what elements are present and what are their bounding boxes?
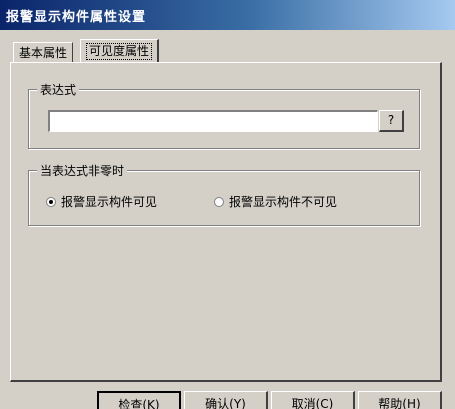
check-button[interactable]: 检查(K) [97,391,181,409]
radio-unchecked-icon[interactable] [214,196,224,207]
radio-invisible-option[interactable]: 报警显示构件不可见 [214,194,337,210]
expression-input[interactable] [48,110,378,132]
tab-visibility-properties[interactable]: 可见度属性 [80,39,160,62]
radio-invisible-label: 报警显示构件不可见 [229,195,338,209]
radio-visible-option[interactable]: 报警显示构件可见 [46,194,157,210]
tab-basic-label: 基本属性 [19,46,68,60]
ok-button[interactable]: 确认(Y) [184,391,268,409]
radio-checked-icon[interactable] [46,196,56,207]
window-title: 报警显示构件属性设置 [6,10,147,25]
property-dialog: 报警显示构件属性设置 基本属性 可见度属性 表达式 ? 当表达式非零时 报警显示… [0,0,455,409]
nonzero-group-title: 当表达式非零时 [37,162,128,179]
tab-basic-properties[interactable]: 基本属性 [13,42,74,63]
tab-visibility-label: 可见度属性 [86,43,153,60]
radio-visible-label: 报警显示构件可见 [61,195,158,209]
help-button[interactable]: 帮助(H) [358,391,442,409]
expression-help-button[interactable]: ? [379,110,404,132]
title-bar[interactable]: 报警显示构件属性设置 [0,0,455,30]
expression-group-title: 表达式 [37,81,80,98]
cancel-button[interactable]: 取消(C) [271,391,355,409]
